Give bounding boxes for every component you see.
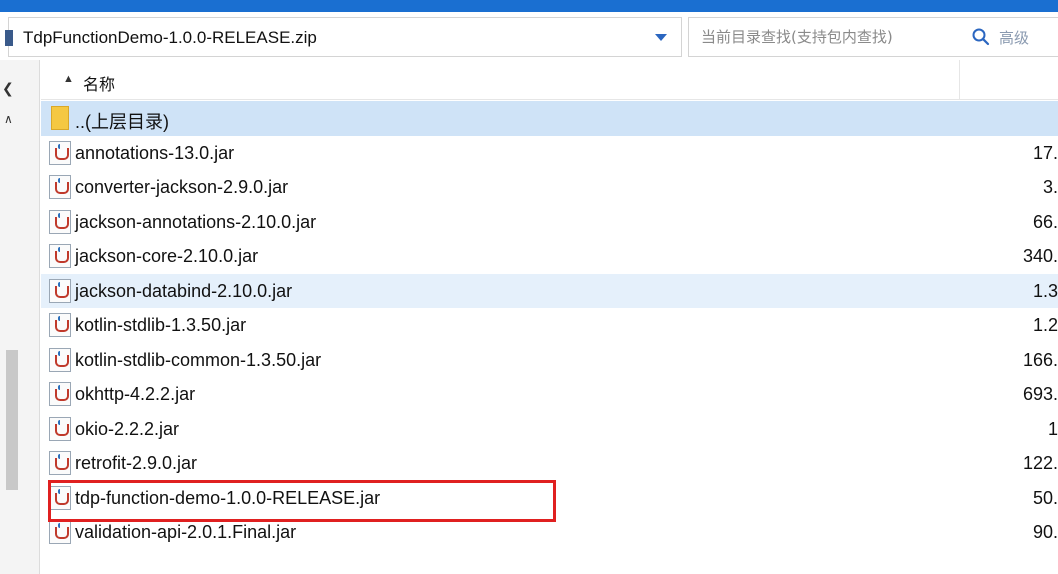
chevron-down-icon [655,34,667,41]
zip-archive-icon [5,30,13,46]
column-divider[interactable] [959,60,960,100]
address-bar[interactable]: TdpFunctionDemo-1.0.0-RELEASE.zip [5,17,682,57]
address-path: TdpFunctionDemo-1.0.0-RELEASE.zip [23,28,317,47]
file-size: 340. [1022,246,1058,266]
file-name: jackson-core-2.10.0.jar [75,246,259,266]
jar-file-icon [49,382,71,406]
file-name: jackson-annotations-2.10.0.jar [75,211,317,232]
column-header-name[interactable]: 名称 [83,71,115,95]
file-name: kotlin-stdlib-common-1.3.50.jar [75,349,322,370]
file-name: validation-api-2.0.1.Final.jar [75,522,297,542]
file-name: tdp-function-demo-1.0.0-RELEASE.jar [75,487,381,508]
column-header-row: ▲ 名称 [41,60,1058,100]
file-name: annotations-13.0.jar [75,142,235,163]
scrollbar-thumb[interactable] [6,350,18,490]
jar-file-icon [49,209,71,234]
file-size: 17. [1032,142,1058,163]
file-size: 166. [1022,349,1058,370]
file-size: 122. [1022,453,1058,473]
file-rows: ..(上层目录) annotations-13.0.jar 17. converte… [41,101,1058,550]
file-row[interactable]: kotlin-stdlib-1.3.50.jar 1.2 [41,308,1058,343]
title-bar-accent [0,0,1058,12]
collapse-icon[interactable]: ❮ [2,80,14,97]
jar-file-icon [49,485,71,510]
jar-file-icon [49,244,71,268]
navigation-pane-strip: ❮ ∧ [0,60,40,574]
jar-file-icon [49,520,71,544]
file-row[interactable]: retrofit-2.9.0.jar 122. [41,446,1058,481]
search-box: 高级 [688,17,1058,57]
search-input[interactable] [689,18,959,56]
file-name: okio-2.2.2.jar [75,418,180,439]
file-row[interactable]: kotlin-stdlib-common-1.3.50.jar 166. [41,343,1058,378]
parent-directory-row[interactable]: ..(上层目录) [41,101,1058,136]
jar-file-icon [49,140,71,165]
parent-directory-label: ..(上层目录) [75,112,169,132]
file-name: converter-jackson-2.9.0.jar [75,177,289,197]
file-size: 90. [1032,522,1058,542]
file-size: 1 [1047,418,1058,439]
jar-file-icon [49,451,71,475]
jar-file-icon [49,175,71,199]
chevron-up-icon[interactable]: ∧ [4,112,13,126]
file-size: 66. [1032,211,1058,232]
file-name: kotlin-stdlib-1.3.50.jar [75,315,247,335]
file-row[interactable]: okio-2.2.2.jar 1 [41,412,1058,447]
file-row[interactable]: converter-jackson-2.9.0.jar 3. [41,170,1058,205]
file-name: okhttp-4.2.2.jar [75,384,196,404]
file-name: retrofit-2.9.0.jar [75,453,198,473]
file-name: jackson-databind-2.10.0.jar [75,280,293,301]
file-row[interactable]: jackson-core-2.10.0.jar 340. [41,239,1058,274]
jar-file-icon [49,278,71,303]
file-size: 3. [1042,177,1058,197]
file-size: 1.3 [1032,280,1058,301]
address-toolbar: TdpFunctionDemo-1.0.0-RELEASE.zip 高级 [0,12,1058,60]
file-row[interactable]: validation-api-2.0.1.Final.jar 90. [41,515,1058,550]
file-list: ▲ 名称 ..(上层目录) annotations-13.0.jar 17. con… [41,60,1058,574]
file-size: 50. [1032,487,1058,508]
address-dropdown-button[interactable] [641,18,681,56]
file-row[interactable]: annotations-13.0.jar 17. [41,136,1058,171]
file-size: 693. [1022,384,1058,404]
file-row[interactable]: jackson-databind-2.10.0.jar 1.3 [41,273,1058,308]
folder-icon [51,106,69,130]
jar-file-icon [49,347,71,372]
file-size: 1.2 [1032,315,1058,335]
file-row[interactable]: jackson-annotations-2.10.0.jar 66. [41,205,1058,240]
file-row[interactable]: tdp-function-demo-1.0.0-RELEASE.jar 50. [41,481,1058,516]
advanced-search-link[interactable]: 高级 [999,27,1029,48]
search-icon[interactable] [971,27,991,47]
sort-ascending-icon: ▲ [63,73,74,85]
jar-file-icon [49,313,71,337]
jar-file-icon [49,416,71,441]
file-row[interactable]: okhttp-4.2.2.jar 693. [41,377,1058,412]
